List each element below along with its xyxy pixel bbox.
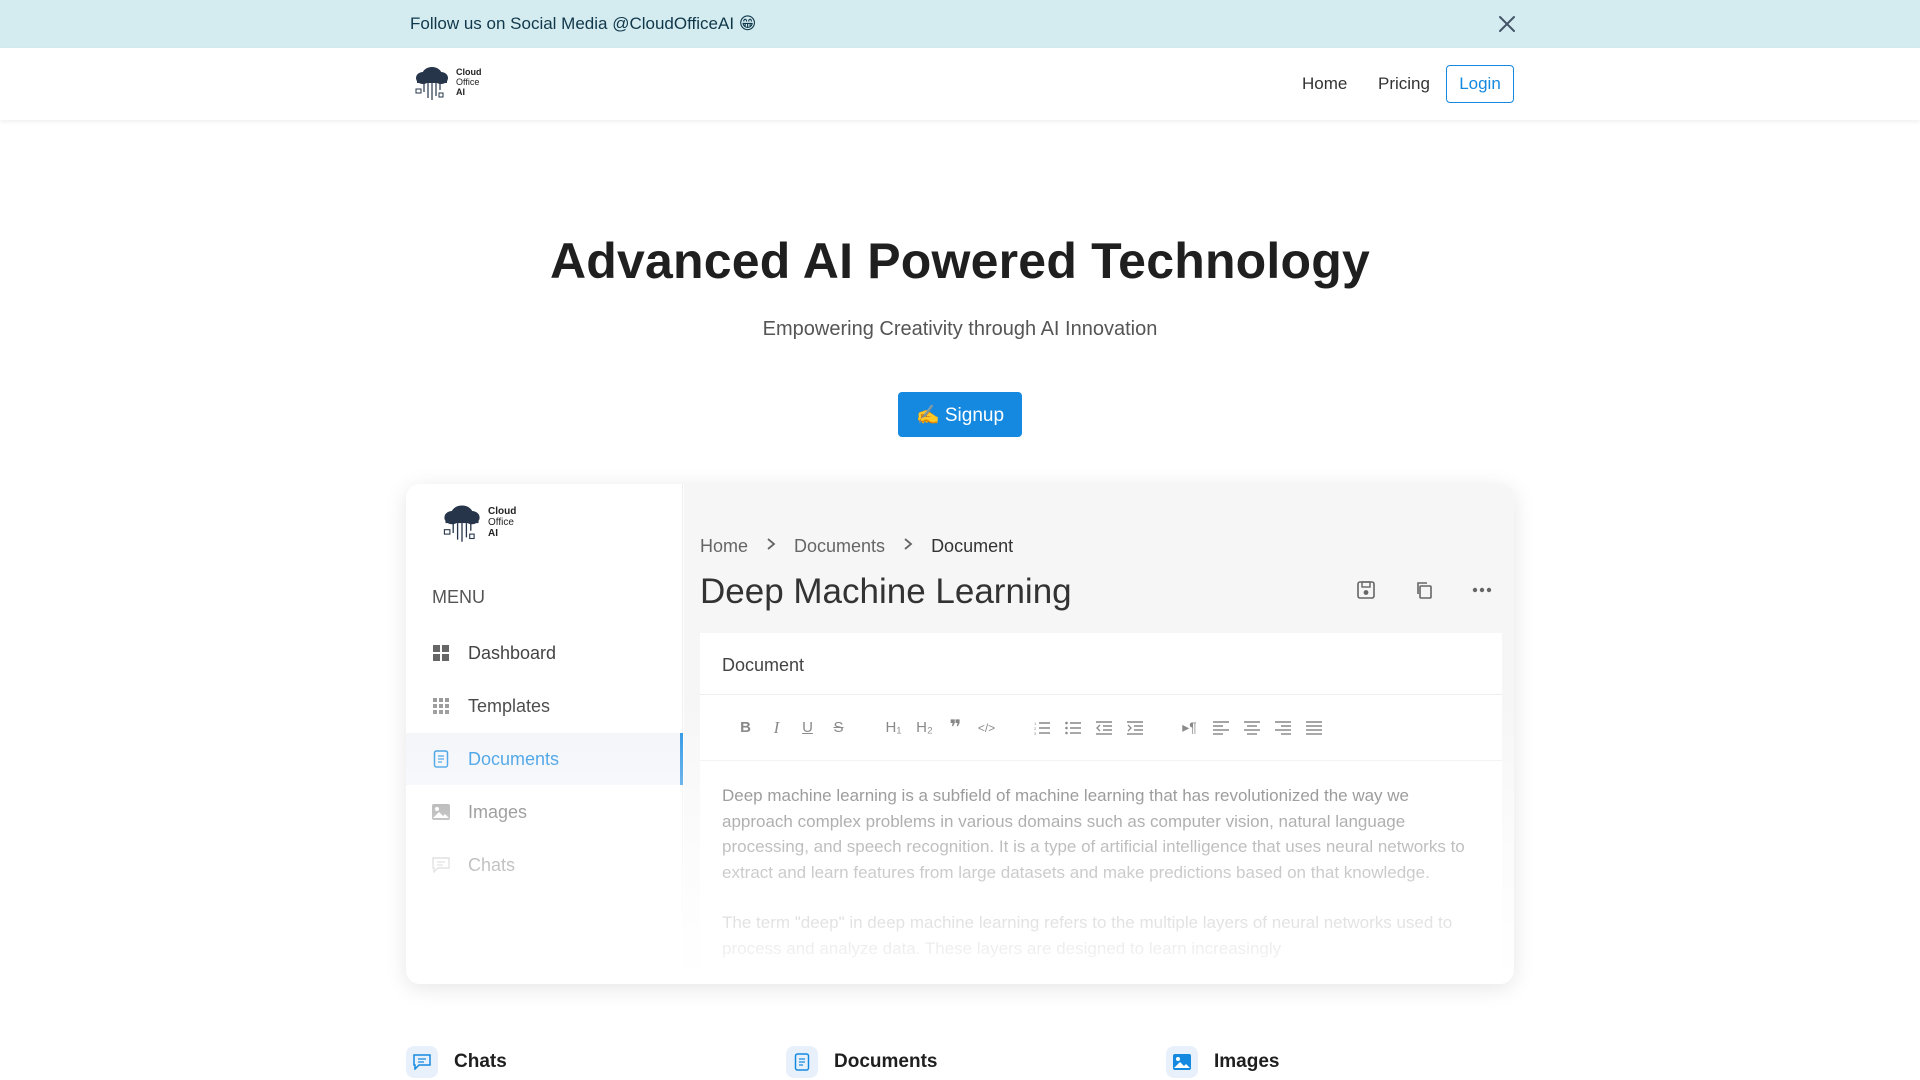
breadcrumb-documents[interactable]: Documents [794,536,885,557]
feature-title: Documents [834,1051,938,1072]
paragraph: Deep machine learning is a subfield of m… [722,786,1465,882]
ordered-list-icon[interactable]: 123 [1026,716,1057,740]
outdent-icon[interactable] [1088,716,1119,740]
announcement-bar: Follow us on Social Media @CloudOfficeAI… [0,0,1920,48]
login-button[interactable]: Login [1446,65,1514,103]
document-icon [432,750,450,768]
underline-icon[interactable]: U [792,716,823,740]
dashboard-icon [432,644,450,662]
sidebar-item-label: Documents [468,748,560,769]
paragraph: The term "deep" in deep machine learning… [722,913,1453,958]
editor-toolbar: B I U S H₁ H₂ ❞ </> 123 ▸¶ [700,695,1502,761]
more-options-icon[interactable] [1472,580,1492,600]
hero-subtitle: Empowering Creativity through AI Innovat… [762,318,1158,340]
navbar: Cloud Office AI Home Pricing Login [0,48,1920,120]
close-icon[interactable] [1496,13,1518,35]
sidebar-item-images[interactable]: Images [406,786,683,838]
preview-main: Home Documents Document Deep Machine Lea… [684,484,1514,984]
templates-icon [432,697,450,715]
breadcrumb-current: Document [931,536,1014,556]
feature-title: Images [1214,1051,1280,1072]
justify-icon[interactable] [1298,716,1329,740]
chat-icon [432,856,450,874]
align-left-icon[interactable] [1205,716,1236,740]
cloud-logo-icon [443,505,480,542]
sidebar-item-label: Dashboard [468,642,557,663]
feature-images: Images [1166,1046,1279,1078]
menu-label: MENU [432,587,485,607]
image-icon [1166,1046,1198,1078]
product-preview: Cloud Office AI MENU Dashboard Templates… [406,484,1514,984]
indent-icon[interactable] [1119,716,1150,740]
feature-title: Chats [454,1051,507,1072]
sidebar-item-chats[interactable]: Chats [406,839,683,891]
sidebar-item-label: Chats [468,854,516,875]
chevron-right-icon [903,537,913,556]
announcement-text: Follow us on Social Media @CloudOfficeAI… [410,14,757,33]
feature-chats: Chats [406,1046,507,1078]
sidebar-item-templates[interactable]: Templates [406,680,683,732]
sidebar-item-dashboard[interactable]: Dashboard [406,627,683,679]
preview-sidebar: Cloud Office AI MENU Dashboard Templates… [406,484,683,984]
svg-text:3: 3 [1034,731,1037,735]
quote-icon[interactable]: ❞ [940,716,971,740]
chat-icon [406,1046,438,1078]
preview-brand-name: Cloud Office AI [488,505,517,539]
breadcrumb: Home Documents Document [700,536,1013,557]
bold-icon[interactable]: B [730,716,761,740]
italic-icon[interactable]: I [761,716,792,740]
sidebar-item-label: Templates [468,695,551,716]
signup-button[interactable]: ✍️ Signup [898,392,1022,437]
editor-header: Document [700,633,1502,695]
preview-brand-logo: Cloud Office AI [440,500,516,544]
breadcrumb-home[interactable]: Home [700,536,748,557]
document-actions [1356,580,1492,600]
heading-1-icon[interactable]: H₁ [878,716,909,740]
heading-2-icon[interactable]: H₂ [909,716,940,740]
feature-documents: Documents [786,1046,937,1078]
nav-home-link[interactable]: Home [1302,74,1347,94]
align-right-icon[interactable] [1267,716,1298,740]
hero-title: Advanced AI Powered Technology [549,233,1371,289]
text-direction-icon[interactable]: ▸¶ [1174,716,1205,740]
sidebar-item-documents[interactable]: Documents [406,733,683,785]
brand-name: Cloud Office AI [456,67,482,97]
code-icon[interactable]: </> [971,716,1002,740]
brand-logo[interactable]: Cloud Office AI [412,62,482,102]
document-editor: Document B I U S H₁ H₂ ❞ </> 123 ▸¶ Deep… [700,633,1502,984]
bullet-list-icon[interactable] [1057,716,1088,740]
strikethrough-icon[interactable]: S [823,716,854,740]
document-title: Deep Machine Learning [700,572,1072,611]
nav-pricing-link[interactable]: Pricing [1378,74,1430,94]
cloud-logo-icon [415,67,448,100]
chevron-right-icon [766,537,776,556]
editor-content[interactable]: Deep machine learning is a subfield of m… [700,761,1502,984]
copy-icon[interactable] [1414,580,1434,600]
image-icon [432,803,450,821]
save-icon[interactable] [1356,580,1376,600]
document-icon [786,1046,818,1078]
align-center-icon[interactable] [1236,716,1267,740]
sidebar-item-label: Images [468,801,528,822]
